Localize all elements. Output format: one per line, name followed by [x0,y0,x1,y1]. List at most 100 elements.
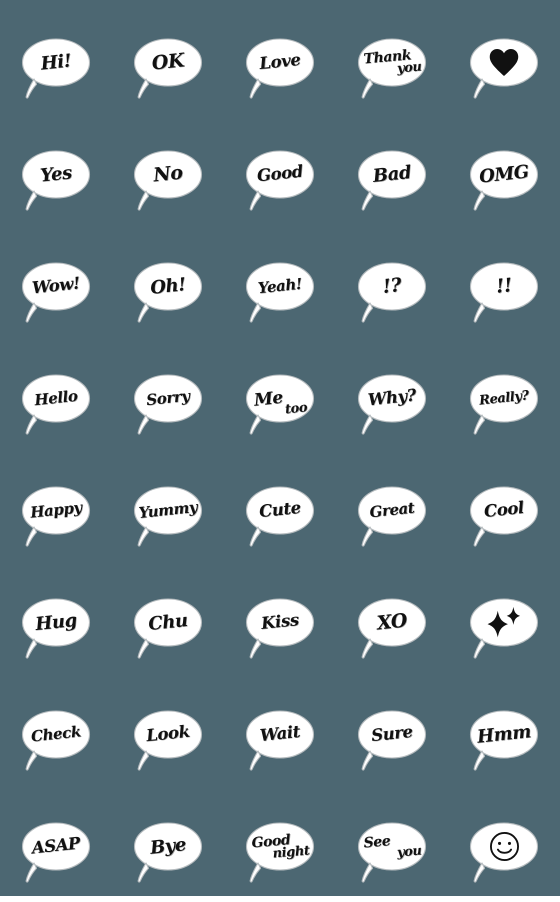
speech-bubble: Chu [133,597,203,659]
speech-bubble: Check [21,709,91,771]
sticker-great[interactable]: Great [336,454,448,566]
speech-bubble: Look [133,709,203,771]
sticker-hi[interactable]: Hi! [0,6,112,118]
speech-bubble: Cute [245,485,315,547]
sticker-label: Yummy [137,497,199,522]
speech-bubble: No [133,149,203,211]
sticker-sure[interactable]: Sure [336,678,448,790]
speech-bubble: Good night [245,820,315,883]
sticker-really[interactable]: Really? [448,342,560,454]
sticker-label: Great [368,498,416,521]
sticker-double-bang[interactable]: !! [448,230,560,342]
sticker-label: Sure [370,721,414,745]
sticker-asap[interactable]: ASAP [0,790,112,902]
sticker-label: Good night [245,820,315,873]
sticker-interrobang[interactable]: !? [336,230,448,342]
sticker-label: See you [357,820,427,873]
sticker-label-line-2: too [284,399,308,417]
speech-bubble [469,37,539,99]
sticker-label: No [152,161,184,186]
sticker-label: Cool [483,497,525,521]
sticker-label: Hug [34,608,78,635]
sticker-label: Bad [371,161,413,186]
sparkles-icon-svg [487,606,521,637]
sticker-yummy[interactable]: Yummy [112,454,224,566]
sticker-label: Cute [258,497,302,521]
speech-bubble: Why? [357,373,427,435]
sparkles-icon [471,599,537,646]
sticker-hmm[interactable]: Hmm [448,678,560,790]
sticker-label: Wow! [31,273,81,298]
sticker-oh[interactable]: Oh! [112,230,224,342]
speech-bubble: Wait [245,709,315,771]
sticker-label-line-1: Me [253,387,284,411]
sticker-label: Yes [39,161,73,186]
speech-bubble: Yes [21,149,91,211]
sticker-sheet: Hi! OK Love Thank you Yes No Good Bad OMG Wow! Oh! Y… [0,0,560,896]
speech-bubble: OK [133,37,203,99]
sticker-label: Check [30,721,82,746]
sticker-hug[interactable]: Hug [0,566,112,678]
sticker-bad[interactable]: Bad [336,118,448,230]
sticker-kiss[interactable]: Kiss [224,566,336,678]
speech-bubble: XO [357,597,427,659]
speech-bubble: Hi! [21,37,91,99]
sticker-thank-you[interactable]: Thank you [336,6,448,118]
sticker-label: Why? [366,385,417,410]
sticker-label: Hi! [39,49,73,74]
sticker-label: Good [256,161,304,186]
sticker-see-you[interactable]: See you [336,790,448,902]
sticker-good[interactable]: Good [224,118,336,230]
sticker-yeah[interactable]: Yeah! [224,230,336,342]
speech-bubble: Kiss [245,597,315,659]
sticker-why[interactable]: Why? [336,342,448,454]
sticker-smiley[interactable] [448,790,560,902]
speech-bubble: Hello [21,373,91,435]
sticker-check[interactable]: Check [0,678,112,790]
speech-bubble: Thank you [357,37,427,99]
sticker-label: Wait [258,721,301,745]
speech-bubble: Wow! [21,261,91,323]
sticker-wait[interactable]: Wait [224,678,336,790]
sticker-love[interactable]: Love [224,6,336,118]
speech-bubble: Sure [357,709,427,771]
sticker-wow[interactable]: Wow! [0,230,112,342]
sticker-yes[interactable]: Yes [0,118,112,230]
speech-bubble: OMG [469,149,539,211]
sticker-xo[interactable]: XO [336,566,448,678]
sticker-omg[interactable]: OMG [448,118,560,230]
speech-bubble: Me too [245,373,315,435]
sticker-label: Bye [148,833,187,858]
sticker-chu[interactable]: Chu [112,566,224,678]
sticker-look[interactable]: Look [112,678,224,790]
sticker-heart[interactable] [448,6,560,118]
sticker-good-night[interactable]: Good night [224,790,336,902]
speech-bubble: Bad [357,149,427,211]
sticker-bye[interactable]: Bye [112,790,224,902]
sticker-label: Love [258,49,302,73]
sticker-happy[interactable]: Happy [0,454,112,566]
sticker-label: Look [145,721,191,745]
sticker-sparkles[interactable] [448,566,560,678]
sticker-sorry[interactable]: Sorry [112,342,224,454]
sticker-label: XO [375,608,409,635]
sticker-label: Happy [29,497,83,522]
speech-bubble: Love [245,37,315,99]
speech-bubble: Really? [469,373,539,435]
sticker-ok[interactable]: OK [112,6,224,118]
sticker-me-too[interactable]: Me too [224,342,336,454]
sticker-no[interactable]: No [112,118,224,230]
sticker-label: Yeah! [257,274,303,297]
sticker-cool[interactable]: Cool [448,454,560,566]
sticker-cute[interactable]: Cute [224,454,336,566]
sticker-label: Hello [33,386,79,409]
sticker-label: Me too [245,371,316,425]
sticker-label: !? [381,273,403,298]
sticker-hello[interactable]: Hello [0,342,112,454]
speech-bubble: Yeah! [245,261,315,323]
sticker-label: Sorry [145,386,191,409]
heart-icon-svg [489,48,519,76]
sticker-label: Kiss [260,609,300,633]
speech-bubble: Happy [21,485,91,547]
sticker-label: !! [494,273,513,298]
